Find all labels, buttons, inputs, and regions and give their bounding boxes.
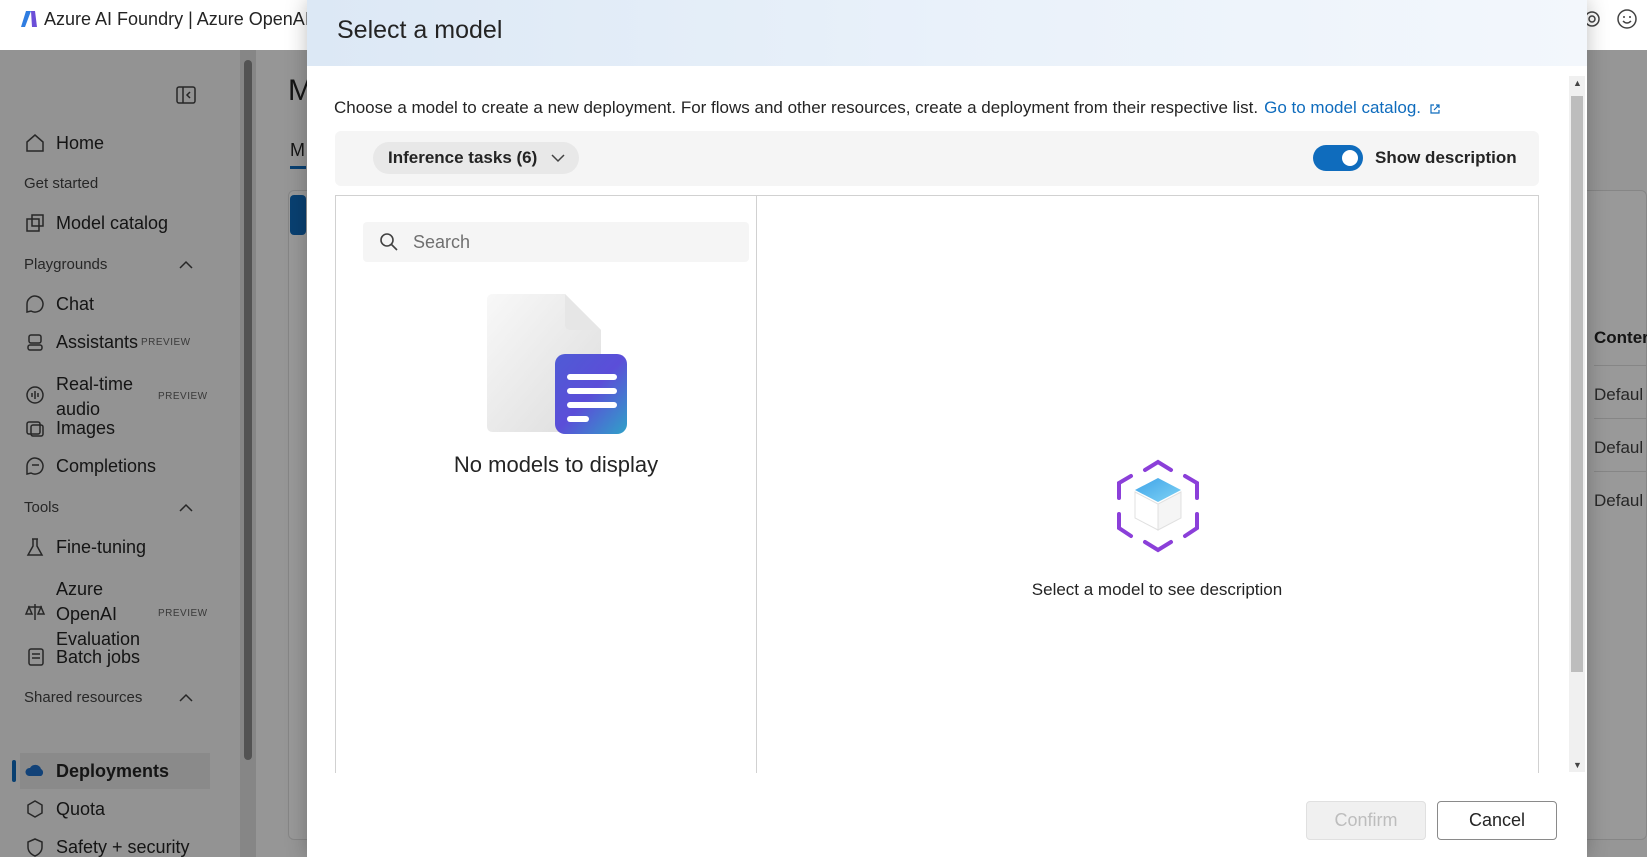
- search-input[interactable]: [413, 222, 733, 262]
- inference-tasks-filter[interactable]: Inference tasks (6): [373, 142, 580, 174]
- dialog-title: Select a model: [337, 16, 503, 44]
- feedback-smile-icon[interactable]: [1616, 8, 1638, 30]
- scrollbar-thumb[interactable]: [1571, 96, 1583, 672]
- chevron-down-icon: [551, 154, 565, 163]
- filter-bar: Inference tasks (6) Show description: [335, 131, 1539, 186]
- search-icon: [380, 233, 398, 251]
- toggle-knob: [1342, 150, 1358, 166]
- show-description-toggle[interactable]: [1313, 145, 1363, 171]
- confirm-button[interactable]: Confirm: [1306, 801, 1426, 840]
- scroll-down-arrow-icon[interactable]: ▼: [1573, 760, 1582, 770]
- dialog-header: Select a model: [307, 0, 1587, 66]
- cancel-button[interactable]: Cancel: [1437, 801, 1557, 840]
- app-title[interactable]: Azure AI Foundry | Azure OpenAI: [44, 9, 310, 30]
- panel-divider: [756, 195, 757, 773]
- model-search-box[interactable]: [363, 222, 749, 262]
- scroll-up-arrow-icon[interactable]: ▲: [1573, 78, 1582, 88]
- model-catalog-link[interactable]: Go to model catalog.: [1264, 98, 1421, 117]
- external-link-icon[interactable]: [1429, 103, 1441, 115]
- dialog-scrollbar[interactable]: ▲ ▼: [1569, 76, 1585, 772]
- toggle-label: Show description: [1375, 148, 1517, 167]
- empty-state-message: No models to display: [453, 452, 659, 477]
- model-cube-illustration: [1117, 459, 1199, 553]
- select-model-dialog: Select a model ▲ ▼ Choose a model to cre…: [307, 0, 1587, 857]
- empty-document-illustration: [487, 294, 627, 434]
- intro-text: Choose a model to create a new deploymen…: [334, 98, 1441, 118]
- model-selection-panel: [335, 195, 1539, 773]
- azure-ai-logo-icon: [21, 11, 37, 27]
- description-placeholder: Select a model to see description: [1031, 580, 1283, 599]
